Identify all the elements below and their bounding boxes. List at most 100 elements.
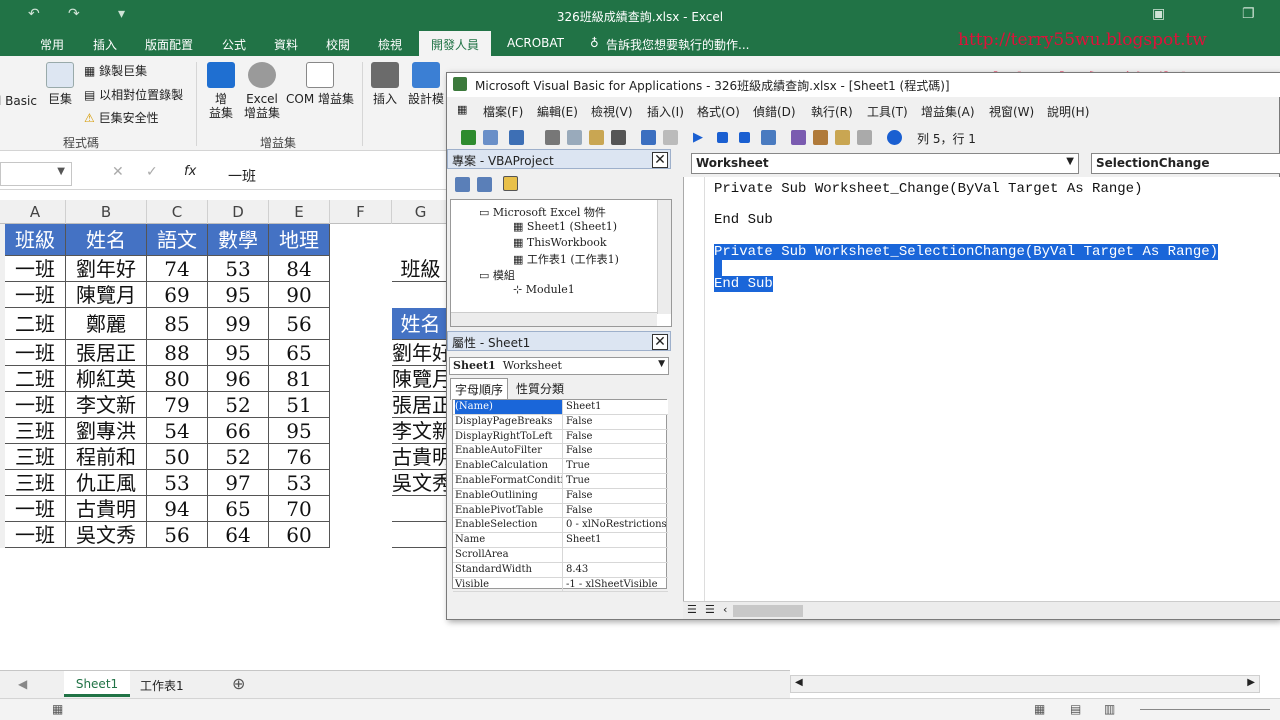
sheet-tab-2[interactable]: 工作表1 xyxy=(140,677,184,694)
table-cell[interactable]: 76 xyxy=(269,444,330,470)
tab-view[interactable]: 檢視 xyxy=(378,36,402,53)
property-row[interactable]: EnablePivotTable False xyxy=(453,503,668,519)
column-header[interactable]: D xyxy=(208,200,269,224)
table-cell[interactable]: 古貴明 xyxy=(66,496,147,522)
column-header[interactable]: E xyxy=(269,200,330,224)
scroll-right-icon[interactable]: ▶ xyxy=(1247,677,1255,688)
table-cell[interactable]: 52 xyxy=(208,444,269,470)
g-list-cell[interactable]: 古貴明 xyxy=(392,444,450,470)
property-value[interactable]: False xyxy=(566,444,666,458)
table-cell[interactable]: 60 xyxy=(269,522,330,548)
header-cell[interactable]: 姓名 xyxy=(66,224,147,256)
tab-developer[interactable]: 開發人員 xyxy=(419,31,492,56)
reset-icon[interactable] xyxy=(739,132,750,143)
table-cell[interactable]: 二班 xyxy=(5,366,66,392)
page-break-icon[interactable]: ▥ xyxy=(1104,702,1115,716)
table-cell[interactable]: 李文新 xyxy=(66,392,147,418)
table-cell[interactable]: 65 xyxy=(208,496,269,522)
code-line-selected[interactable]: End Sub xyxy=(714,276,773,292)
table-cell[interactable]: 96 xyxy=(208,366,269,392)
view-object-icon[interactable] xyxy=(477,177,492,192)
column-header[interactable]: F xyxy=(330,200,392,224)
tell-me-box[interactable]: 告訴我您想要執行的動作... xyxy=(606,36,749,53)
horizontal-scrollbar[interactable] xyxy=(451,312,657,326)
formula-input[interactable]: 一班 xyxy=(228,166,256,186)
column-header[interactable]: A xyxy=(5,200,66,224)
menu-view[interactable]: 檢視(V) xyxy=(591,103,633,120)
property-row[interactable]: Visible -1 - xlSheetVisible xyxy=(453,577,668,593)
tree-node-module1[interactable]: ⊹ Module1 xyxy=(513,283,575,296)
g-list-cell[interactable]: 張居正 xyxy=(392,392,450,418)
table-cell[interactable]: 三班 xyxy=(5,418,66,444)
relative-ref-button[interactable]: ▤ 以相對位置錄製 xyxy=(84,86,183,103)
g-list-cell[interactable]: 陳覽月 xyxy=(392,366,450,392)
table-cell[interactable]: 94 xyxy=(147,496,208,522)
scroll-thumb[interactable] xyxy=(733,605,803,617)
table-cell[interactable]: 52 xyxy=(208,392,269,418)
normal-view-icon[interactable]: ▦ xyxy=(1034,702,1045,716)
visual-basic-button[interactable]: l Basic xyxy=(0,94,37,108)
help-icon[interactable] xyxy=(887,130,902,145)
full-module-view-icon[interactable]: ☰ xyxy=(705,603,715,616)
table-cell[interactable]: 79 xyxy=(147,392,208,418)
tree-node-sheet1[interactable]: ▦ Sheet1 (Sheet1) xyxy=(513,220,617,233)
menu-tools[interactable]: 工具(T) xyxy=(867,103,908,120)
fx-icon[interactable]: fx xyxy=(184,164,196,179)
g-label-cell[interactable]: 班級 xyxy=(392,256,450,282)
g-empty-cell[interactable] xyxy=(392,522,450,548)
property-row[interactable]: EnableCalculation True xyxy=(453,459,668,474)
properties-window-icon[interactable] xyxy=(813,130,828,145)
macros-button[interactable]: 巨集 xyxy=(44,62,76,106)
g-header-cell[interactable]: 姓名 xyxy=(392,308,450,340)
table-cell[interactable]: 80 xyxy=(147,366,208,392)
property-row[interactable]: EnableSelection 0 - xlNoRestrictions xyxy=(453,518,668,534)
property-row[interactable]: EnableAutoFilter False xyxy=(453,444,668,460)
table-cell[interactable]: 54 xyxy=(147,418,208,444)
code-editor[interactable]: Private Sub Worksheet_Change(ByVal Targe… xyxy=(683,177,1280,601)
g-list-cell[interactable]: 劉年好 xyxy=(392,340,450,366)
record-macro-button[interactable]: ▦ 錄製巨集 xyxy=(84,62,147,79)
table-cell[interactable]: 99 xyxy=(208,308,269,340)
menu-window[interactable]: 視窗(W) xyxy=(989,103,1034,120)
scroll-left-icon[interactable]: ◀ xyxy=(795,677,803,688)
close-icon[interactable]: ✕ xyxy=(652,152,668,168)
undo-icon[interactable] xyxy=(641,130,656,145)
table-cell[interactable]: 張居正 xyxy=(66,340,147,366)
property-value[interactable]: False xyxy=(566,504,666,518)
menu-file[interactable]: 檔案(F) xyxy=(483,103,523,120)
tree-node-modules[interactable]: ▭ 模組 xyxy=(479,267,515,283)
property-row[interactable]: EnableFormatConditionTrue xyxy=(453,474,668,489)
zoom-slider[interactable] xyxy=(1140,709,1270,710)
table-cell[interactable]: 95 xyxy=(269,418,330,444)
menu-help[interactable]: 說明(H) xyxy=(1047,103,1089,120)
table-cell[interactable]: 95 xyxy=(208,340,269,366)
property-row[interactable]: DisplayPageBreaks False xyxy=(453,414,668,430)
macro-security-button[interactable]: ⚠ 巨集安全性 xyxy=(84,109,159,126)
table-cell[interactable]: 一班 xyxy=(5,392,66,418)
table-cell[interactable]: 51 xyxy=(269,392,330,418)
page-layout-icon[interactable]: ▤ xyxy=(1070,702,1081,716)
restore-window-icon[interactable]: ❐ xyxy=(1242,6,1255,22)
menu-addins[interactable]: 增益集(A) xyxy=(921,103,975,120)
property-value[interactable]: Sheet1 xyxy=(566,533,666,547)
toolbox-icon[interactable] xyxy=(857,130,872,145)
table-cell[interactable]: 一班 xyxy=(5,522,66,548)
table-cell[interactable]: 81 xyxy=(269,366,330,392)
header-cell[interactable]: 地理 xyxy=(269,224,330,256)
tree-node-thisworkbook[interactable]: ▦ ThisWorkbook xyxy=(513,236,607,249)
property-value[interactable]: False xyxy=(566,415,666,429)
object-selector[interactable]: Sheet1 Worksheet ▼ xyxy=(449,357,669,375)
view-code-icon[interactable] xyxy=(455,177,470,192)
header-cell[interactable]: 班級 xyxy=(5,224,66,256)
macro-record-icon[interactable]: ▦ xyxy=(52,702,63,716)
insert-userform-icon[interactable] xyxy=(483,130,498,145)
table-cell[interactable]: 一班 xyxy=(5,282,66,308)
g-list-cell[interactable]: 吳文秀 xyxy=(392,470,450,496)
com-addins-button[interactable]: COM 增益集 xyxy=(284,62,356,106)
property-row[interactable]: (Name) Sheet1 xyxy=(453,400,668,415)
table-cell[interactable]: 仇正風 xyxy=(66,470,147,496)
object-dropdown[interactable]: Worksheet ▼ xyxy=(691,153,1079,174)
table-cell[interactable]: 三班 xyxy=(5,470,66,496)
g-list-cell[interactable]: 李文新 xyxy=(392,418,450,444)
procedure-view-icon[interactable]: ☰ xyxy=(687,603,697,616)
